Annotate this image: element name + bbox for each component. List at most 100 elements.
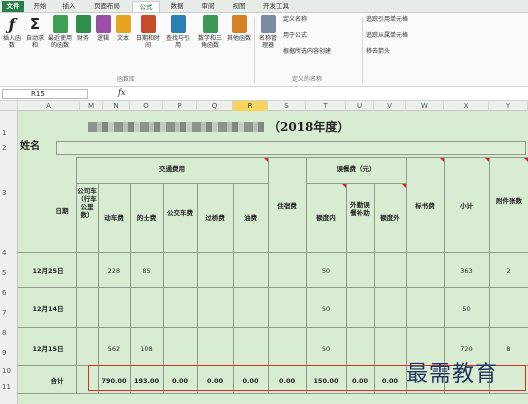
row-header[interactable]: 2	[0, 144, 18, 152]
column-header[interactable]: R	[233, 101, 268, 111]
tab-file[interactable]: 文件	[2, 1, 24, 12]
row-header[interactable]: 7	[0, 309, 18, 317]
row-header[interactable]: 8	[0, 329, 18, 337]
insert-function-button[interactable]: ƒ 插入函数	[1, 15, 23, 49]
tab-data[interactable]: 数据	[163, 1, 191, 12]
date-cell[interactable]: 12月15日	[20, 345, 76, 353]
subtotal-cell[interactable]: 720	[444, 345, 489, 353]
name-field[interactable]	[56, 141, 526, 155]
name-label: 姓名	[20, 141, 40, 152]
grid-line	[268, 157, 269, 393]
grid-line	[76, 157, 528, 158]
row-headers: 1 2 3 4 5 6 7 8 9 10 11	[0, 111, 18, 404]
row-header[interactable]: 6	[0, 289, 18, 297]
field-meal-header: 外勤误餐补助	[350, 201, 370, 217]
remove-arrows-button[interactable]: 移去箭头	[366, 48, 390, 56]
column-header[interactable]: S	[268, 101, 306, 111]
tab-insert[interactable]: 插入	[56, 1, 82, 12]
date-cell[interactable]: 12月14日	[20, 305, 76, 313]
row-header[interactable]: 5	[0, 269, 18, 277]
recent-functions-button[interactable]: 最近使用的函数	[48, 15, 72, 49]
trace-dependents-button[interactable]: 追踪从属单元格	[366, 32, 408, 40]
column-header[interactable]: T	[306, 101, 346, 111]
sigma-icon: Σ	[29, 15, 41, 33]
standard-header: 标书费	[415, 202, 435, 210]
select-all-corner[interactable]	[0, 101, 18, 111]
autosum-button[interactable]: Σ 自动求和	[25, 15, 45, 49]
allowance-cell[interactable]: 50	[306, 345, 346, 353]
comment-marker[interactable]	[264, 158, 268, 162]
lookup-book-icon	[170, 15, 186, 33]
tab-developer[interactable]: 开发工具	[256, 1, 296, 12]
grid-line	[18, 393, 528, 394]
allowance-cell[interactable]: 50	[306, 267, 346, 275]
datetime-button[interactable]: 日期和时间	[134, 15, 162, 49]
logical-button[interactable]: 逻辑	[94, 15, 112, 42]
datetime-book-icon	[140, 15, 156, 33]
tab-page-layout[interactable]: 页面布局	[85, 1, 129, 12]
math-button[interactable]: 数学和三角函数	[196, 15, 224, 49]
bridge-header: 过桥费	[205, 214, 225, 222]
taxi-cell[interactable]: 108	[130, 345, 163, 353]
text-button[interactable]: 文本	[114, 15, 132, 42]
define-name-button[interactable]: 定义名称	[283, 16, 307, 24]
comment-marker[interactable]	[485, 158, 489, 162]
allowance-cell[interactable]: 50	[306, 305, 346, 313]
tab-formulas[interactable]: 公式	[132, 1, 160, 12]
attach-cell[interactable]: 8	[489, 345, 528, 353]
date-cell[interactable]: 12月25日	[20, 267, 76, 275]
row-header[interactable]: 10	[0, 367, 18, 375]
fuel-header: 油费	[244, 214, 257, 222]
group-defined-names: 定义的名称	[291, 76, 322, 83]
column-header[interactable]: N	[103, 101, 130, 111]
comment-marker[interactable]	[440, 158, 444, 162]
column-header[interactable]: Q	[197, 101, 233, 111]
ribbon-separator	[254, 17, 255, 83]
more-functions-button[interactable]: 其他函数	[227, 15, 251, 42]
more-books-icon	[231, 15, 247, 33]
text-book-icon	[115, 15, 131, 33]
name-manager-button[interactable]: 名称管理器	[257, 15, 279, 49]
group-function-library: 函数库	[116, 76, 135, 83]
comment-marker[interactable]	[402, 184, 406, 188]
column-header[interactable]: X	[444, 101, 489, 111]
comment-marker[interactable]	[342, 184, 346, 188]
row-header[interactable]: 9	[0, 349, 18, 357]
date-header: 日期	[55, 207, 69, 215]
tab-review[interactable]: 审阅	[194, 1, 222, 12]
column-header[interactable]: M	[80, 101, 103, 111]
column-header[interactable]: Y	[489, 101, 528, 111]
row-header[interactable]: 1	[0, 129, 18, 137]
column-header[interactable]: O	[130, 101, 163, 111]
financial-button[interactable]: 财务	[74, 15, 92, 42]
taxi-cell[interactable]: 85	[130, 267, 163, 275]
fx-icon[interactable]: fx	[118, 88, 125, 97]
column-header[interactable]: A	[18, 101, 80, 111]
tab-home[interactable]: 开始	[27, 1, 53, 12]
column-header[interactable]: V	[374, 101, 406, 111]
attach-cell[interactable]: 2	[489, 267, 528, 275]
use-in-formula-button[interactable]: 用于公式	[283, 32, 307, 40]
subtotal-cell[interactable]: 50	[444, 305, 489, 313]
tab-view[interactable]: 视图	[225, 1, 253, 12]
lodging-header: 住宿费	[277, 202, 297, 210]
lookup-button[interactable]: 查找与引用	[164, 15, 192, 49]
column-header[interactable]: W	[406, 101, 444, 111]
create-from-selection-button[interactable]: 根据所选内容创建	[283, 48, 331, 56]
comment-marker[interactable]	[524, 158, 528, 162]
row-header[interactable]: 11	[0, 383, 18, 391]
train-cell[interactable]: 228	[98, 267, 130, 275]
total-label: 合计	[50, 377, 64, 385]
finance-book-icon	[75, 15, 91, 33]
bus-header: 公交车费	[167, 209, 193, 217]
train-cell[interactable]: 562	[98, 345, 130, 353]
trace-precedents-button[interactable]: 追踪引用单元格	[366, 16, 408, 24]
column-header[interactable]: U	[346, 101, 374, 111]
subtotal-cell[interactable]: 363	[444, 267, 489, 275]
within-quota-header: 额度内	[316, 214, 336, 222]
row-header[interactable]: 4	[0, 249, 18, 257]
row-header[interactable]: 3	[0, 189, 18, 197]
column-header[interactable]: P	[163, 101, 197, 111]
name-box[interactable]: R15	[2, 89, 88, 99]
formula-input[interactable]	[130, 89, 526, 99]
